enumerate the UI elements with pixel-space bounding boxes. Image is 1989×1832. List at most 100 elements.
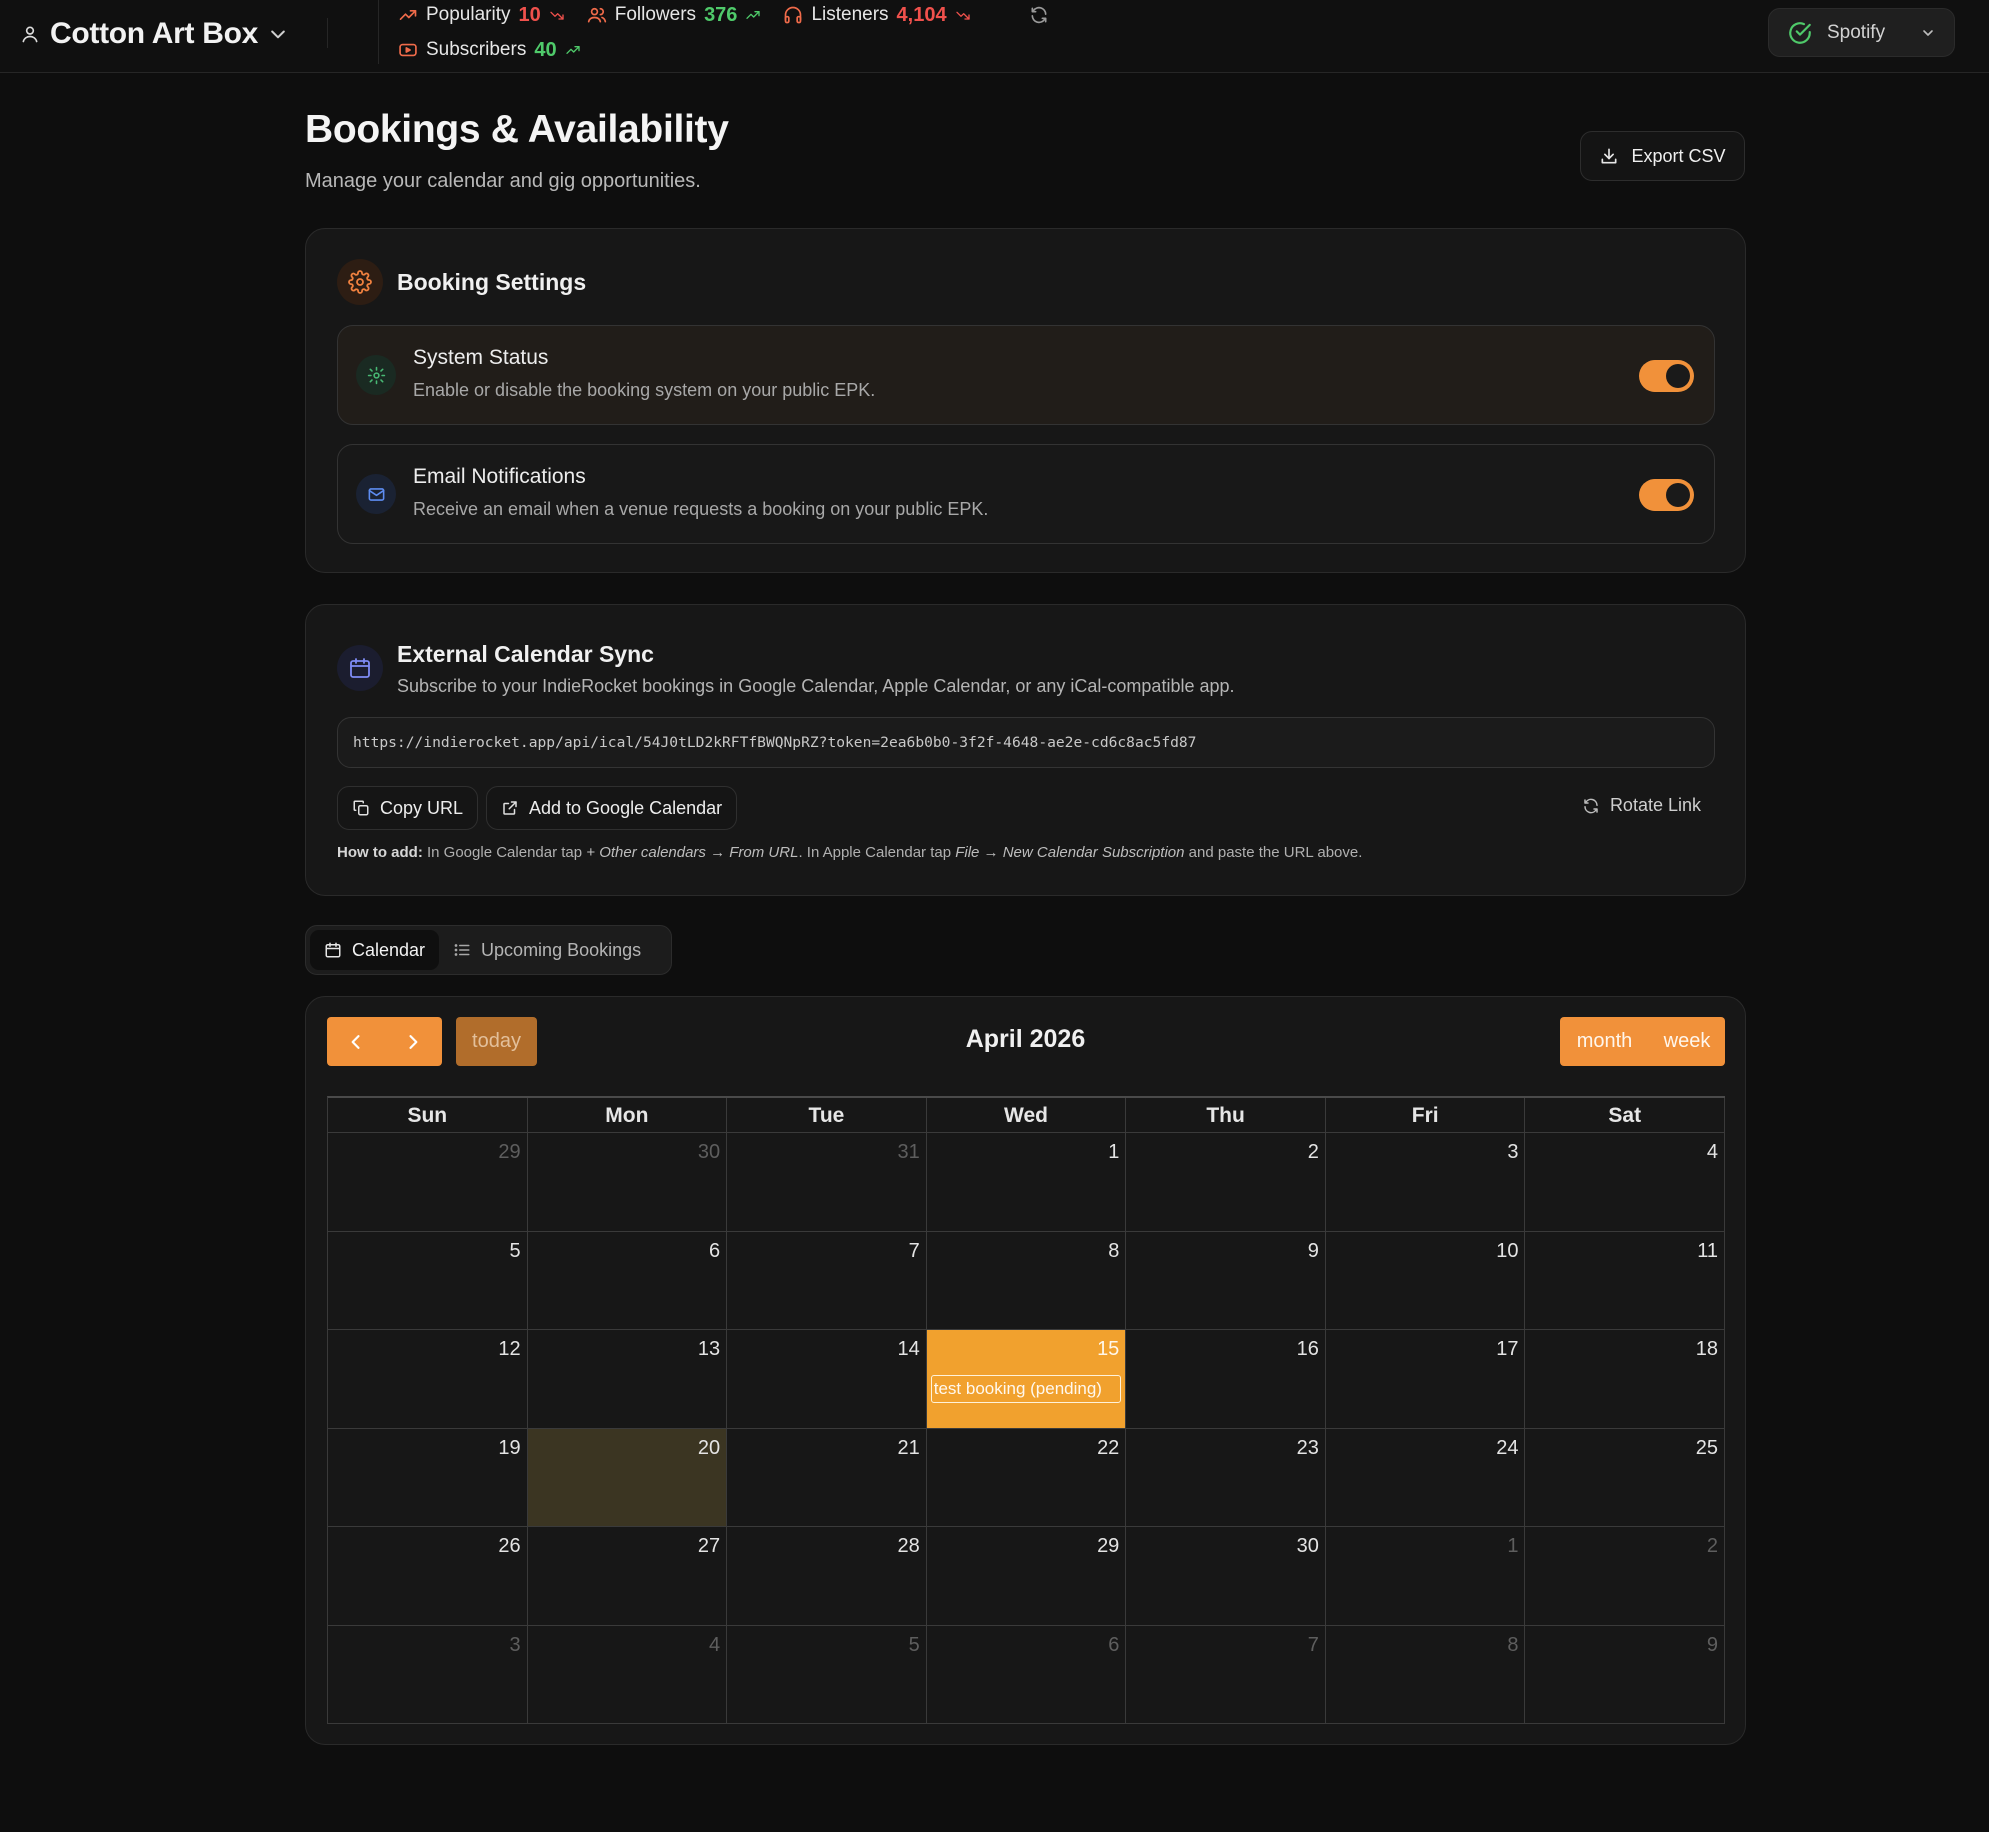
calendar-day[interactable]: 28 <box>727 1527 927 1626</box>
calendar-day[interactable]: 30 <box>527 1133 728 1232</box>
day-number[interactable]: 3 <box>509 1634 520 1657</box>
refresh-icon <box>1582 797 1600 815</box>
day-number[interactable]: 26 <box>498 1535 520 1558</box>
calendar-day[interactable]: 29 <box>926 1527 1127 1626</box>
calendar-day[interactable]: 1 <box>926 1133 1127 1232</box>
day-number[interactable]: 19 <box>498 1437 520 1460</box>
calendar-day[interactable]: 7 <box>727 1231 927 1330</box>
add-to-google-calendar-button[interactable]: Add to Google Calendar <box>486 786 738 830</box>
refresh-icon[interactable] <box>1029 5 1049 25</box>
calendar-day[interactable]: 10 <box>1325 1231 1526 1330</box>
calendar-day[interactable]: 6 <box>527 1231 728 1330</box>
month-view-button[interactable]: month <box>1560 1017 1649 1066</box>
day-number[interactable]: 1 <box>1108 1141 1119 1164</box>
day-number[interactable]: 7 <box>909 1240 920 1263</box>
day-number[interactable]: 8 <box>1507 1634 1518 1657</box>
day-number[interactable]: 25 <box>1696 1437 1718 1460</box>
day-number[interactable]: 3 <box>1507 1141 1518 1164</box>
day-number[interactable]: 24 <box>1496 1437 1518 1460</box>
day-number[interactable]: 30 <box>698 1141 720 1164</box>
calendar-day[interactable]: 27 <box>527 1527 728 1626</box>
day-number[interactable]: 30 <box>1297 1535 1319 1558</box>
calendar-day[interactable]: 23 <box>1126 1428 1326 1527</box>
calendar-day[interactable]: 30 <box>1126 1527 1326 1626</box>
day-number[interactable]: 2 <box>1707 1535 1718 1558</box>
calendar-day[interactable]: 26 <box>328 1527 528 1626</box>
artist-switcher[interactable]: Cotton Art Box <box>20 14 288 54</box>
calendar-day[interactable]: 17 <box>1325 1330 1526 1429</box>
calendar-day[interactable]: 3 <box>328 1625 528 1724</box>
day-number[interactable]: 5 <box>909 1634 920 1657</box>
calendar-day[interactable]: 2 <box>1126 1133 1326 1232</box>
calendar-day[interactable]: 29 <box>328 1133 528 1232</box>
export-csv-button[interactable]: Export CSV <box>1580 131 1745 181</box>
calendar-day[interactable]: 1 <box>1325 1527 1526 1626</box>
day-number[interactable]: 31 <box>897 1141 919 1164</box>
day-number[interactable]: 9 <box>1308 1240 1319 1263</box>
day-number[interactable]: 9 <box>1707 1634 1718 1657</box>
day-number[interactable]: 29 <box>498 1141 520 1164</box>
calendar-day[interactable]: 13 <box>527 1330 728 1429</box>
calendar-day[interactable]: 8 <box>926 1231 1127 1330</box>
day-number[interactable]: 13 <box>698 1338 720 1361</box>
calendar-day[interactable]: 19 <box>328 1428 528 1527</box>
day-number[interactable]: 7 <box>1308 1634 1319 1657</box>
calendar-day[interactable]: 5 <box>727 1625 927 1724</box>
day-number[interactable]: 23 <box>1297 1437 1319 1460</box>
tab-calendar[interactable]: Calendar <box>310 930 440 970</box>
calendar-day[interactable]: 9 <box>1525 1625 1726 1724</box>
day-number[interactable]: 28 <box>897 1535 919 1558</box>
day-number[interactable]: 16 <box>1297 1338 1319 1361</box>
rotate-link-button[interactable]: Rotate Link <box>1582 795 1701 816</box>
day-number[interactable]: 27 <box>698 1535 720 1558</box>
calendar-day[interactable]: 11 <box>1525 1231 1726 1330</box>
day-number[interactable]: 14 <box>897 1338 919 1361</box>
day-number[interactable]: 2 <box>1308 1141 1319 1164</box>
calendar-day[interactable]: 24 <box>1325 1428 1526 1527</box>
day-number[interactable]: 29 <box>1097 1535 1119 1558</box>
calendar-day[interactable]: 6 <box>926 1625 1127 1724</box>
calendar-day[interactable]: 21 <box>727 1428 927 1527</box>
tab-upcoming-bookings[interactable]: Upcoming Bookings <box>439 930 655 970</box>
calendar-day[interactable]: 18 <box>1525 1330 1726 1429</box>
booking-event[interactable]: test booking (pending) <box>930 1375 1122 1403</box>
week-view-button[interactable]: week <box>1649 1017 1725 1066</box>
day-number[interactable]: 22 <box>1097 1437 1119 1460</box>
calendar-day[interactable]: 15 test booking (pending) <box>926 1330 1127 1429</box>
day-number[interactable]: 4 <box>709 1634 720 1657</box>
email-notifications-toggle[interactable] <box>1639 479 1694 511</box>
system-status-toggle[interactable] <box>1639 360 1694 392</box>
ical-url-field[interactable]: https://indierocket.app/api/ical/54J0tLD… <box>337 717 1715 768</box>
platform-selector[interactable]: Spotify <box>1768 8 1955 57</box>
day-number[interactable]: 21 <box>897 1437 919 1460</box>
calendar-day[interactable]: 16 <box>1126 1330 1326 1429</box>
day-number[interactable]: 6 <box>1108 1634 1119 1657</box>
copy-url-button[interactable]: Copy URL <box>337 786 479 830</box>
calendar-day[interactable]: 5 <box>328 1231 528 1330</box>
day-number[interactable]: 12 <box>498 1338 520 1361</box>
calendar-day-today[interactable]: 20 <box>527 1428 728 1527</box>
calendar-day[interactable]: 22 <box>926 1428 1127 1527</box>
day-number[interactable]: 1 <box>1507 1535 1518 1558</box>
calendar-day[interactable]: 31 <box>727 1133 927 1232</box>
calendar-day[interactable]: 4 <box>527 1625 728 1724</box>
calendar-day[interactable]: 8 <box>1325 1625 1526 1724</box>
day-number[interactable]: 11 <box>1697 1240 1718 1263</box>
day-number[interactable]: 15 <box>1097 1338 1119 1361</box>
day-number[interactable]: 18 <box>1696 1338 1718 1361</box>
day-number[interactable]: 5 <box>509 1240 520 1263</box>
calendar-day[interactable]: 2 <box>1525 1527 1726 1626</box>
day-number[interactable]: 17 <box>1496 1338 1518 1361</box>
calendar-day[interactable]: 25 <box>1525 1428 1726 1527</box>
calendar-day[interactable]: 3 <box>1325 1133 1526 1232</box>
calendar-day[interactable]: 7 <box>1126 1625 1326 1724</box>
day-number[interactable]: 4 <box>1707 1141 1718 1164</box>
calendar-day[interactable]: 9 <box>1126 1231 1326 1330</box>
day-number[interactable]: 8 <box>1108 1240 1119 1263</box>
calendar-day[interactable]: 4 <box>1525 1133 1726 1232</box>
day-number[interactable]: 10 <box>1496 1240 1518 1263</box>
day-number[interactable]: 6 <box>709 1240 720 1263</box>
calendar-day[interactable]: 14 <box>727 1330 927 1429</box>
calendar-day[interactable]: 12 <box>328 1330 528 1429</box>
day-number[interactable]: 20 <box>698 1437 720 1460</box>
